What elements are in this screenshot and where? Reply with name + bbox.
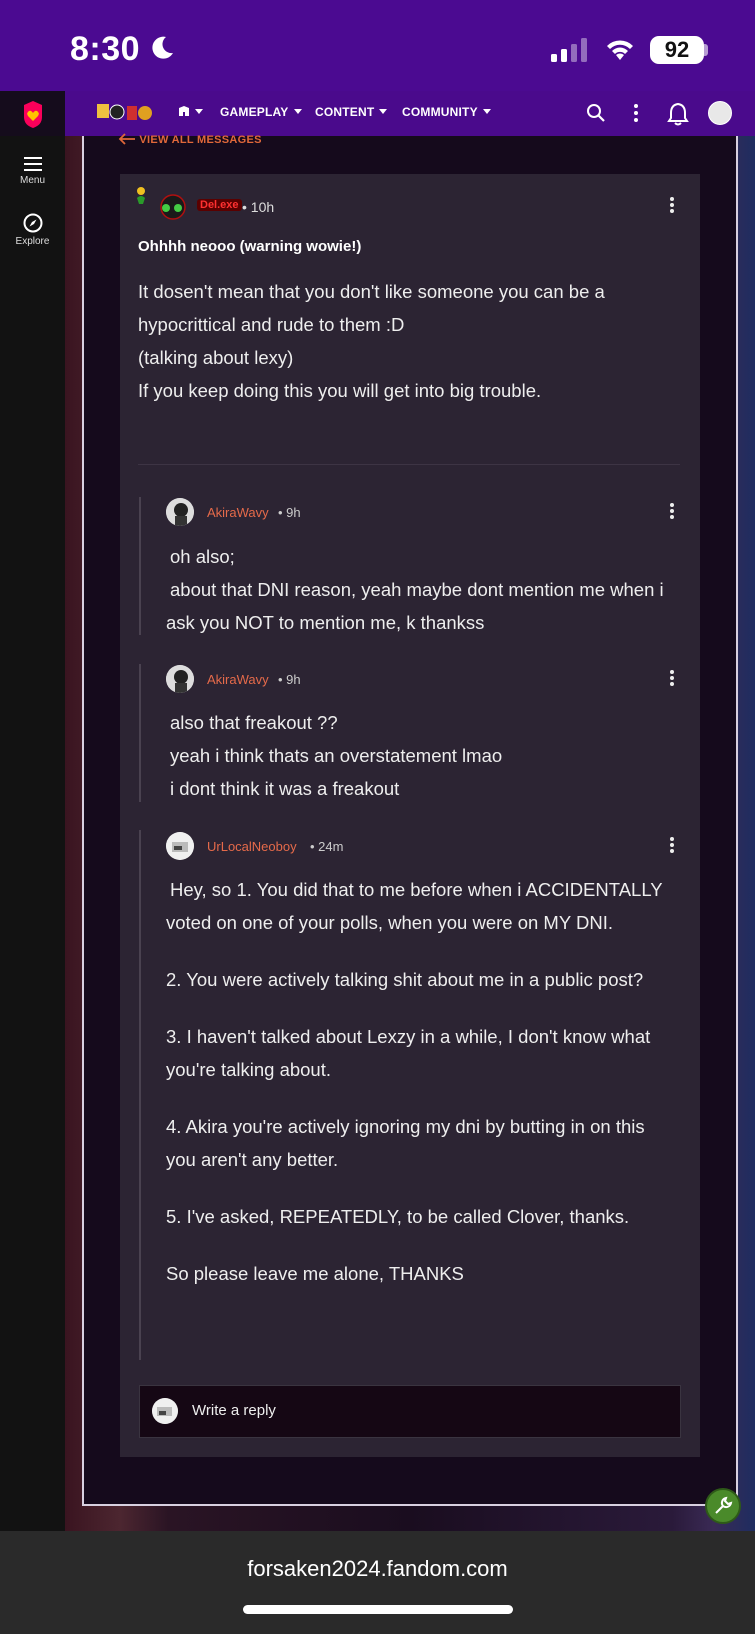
reply-paragraph: 4. Akira you're actively ignoring my dni… <box>166 1116 645 1170</box>
rail-explore-label: Explore <box>15 236 50 247</box>
main-comment-line: (talking about lexy) <box>138 347 294 368</box>
reply-more-icon[interactable] <box>669 668 675 688</box>
nav-gameplay[interactable]: GAMEPLAY <box>220 105 302 119</box>
tools-button[interactable] <box>705 1488 741 1524</box>
user-avatar[interactable] <box>708 101 732 125</box>
browser-bottom-bar <box>0 1531 755 1634</box>
reply-line: yeah i think thats an overstatement lmao <box>170 745 503 766</box>
hamburger-menu-icon <box>23 157 42 171</box>
reply-time: • 9h <box>278 672 301 687</box>
reply-body: Hey, so 1. You did that to me before whe… <box>166 873 676 1290</box>
search-icon[interactable] <box>586 102 606 124</box>
left-rail: Menu Explore <box>0 136 65 1531</box>
reply-avatar-image <box>166 665 194 693</box>
wrench-icon <box>715 1496 733 1514</box>
reply-paragraph: Hey, so 1. You did that to me before whe… <box>166 879 663 933</box>
main-comment-more-icon[interactable] <box>669 195 675 215</box>
reply-line: oh also; <box>170 546 235 567</box>
reply-username[interactable]: AkiraWavy <box>207 672 269 687</box>
notifications-bell-icon[interactable] <box>667 102 689 126</box>
wiki-logo-image <box>97 104 152 120</box>
current-user-avatar-image <box>152 1398 178 1424</box>
reply-body: also that freakout ?? yeah i think thats… <box>166 706 676 805</box>
rail-menu-button[interactable]: Menu <box>0 156 65 186</box>
compass-icon <box>23 213 42 233</box>
main-comment-time: • 10h <box>242 199 275 215</box>
fandom-logo[interactable] <box>0 91 65 136</box>
main-comment-line: If you keep doing this you will get into… <box>138 380 542 401</box>
reply-body: oh also; about that DNI reason, yeah may… <box>166 540 676 639</box>
reply-username[interactable]: AkiraWavy <box>207 505 269 520</box>
main-comment-username[interactable]: Del.exe <box>197 199 242 211</box>
reply-thread-line <box>139 830 141 1360</box>
reply-line: also that freakout ?? <box>170 712 338 733</box>
main-comment-line: It dosen't mean that you don't like some… <box>138 281 605 335</box>
reply-thread-line <box>139 497 141 635</box>
nav-content[interactable]: CONTENT <box>315 105 388 119</box>
main-comment-title: Ohhhh neooo (warning wowie!) <box>138 238 362 255</box>
user-badge-icon <box>137 187 186 220</box>
reply-time: • 9h <box>278 505 301 520</box>
rail-explore-button[interactable]: Explore <box>0 213 65 247</box>
reply-avatar-image <box>166 498 194 526</box>
rail-menu-label: Menu <box>19 175 45 186</box>
url-bar[interactable]: forsaken2024.fandom.com <box>0 1556 755 1582</box>
home-indicator[interactable] <box>243 1605 513 1614</box>
battery-tip <box>704 44 708 56</box>
clock: 8:30 <box>70 30 141 68</box>
wiki-logo[interactable] <box>95 98 155 128</box>
reply-line: about that DNI reason, yeah maybe dont m… <box>166 579 664 633</box>
reply-paragraph: 2. You were actively talking shit about … <box>166 969 644 990</box>
main-comment-body: It dosen't mean that you don't like some… <box>138 275 678 407</box>
view-all-messages-link[interactable]: VIEW ALL MESSAGES <box>118 133 262 146</box>
wiki-home-menu[interactable] <box>178 105 203 119</box>
arrow-left-icon <box>118 133 135 145</box>
reply-paragraph: 5. I've asked, REPEATEDLY, to be called … <box>166 1206 630 1227</box>
moon-icon <box>152 36 173 59</box>
nav-community[interactable]: COMMUNITY <box>402 105 491 119</box>
reply-avatar[interactable] <box>166 498 194 526</box>
reply-paragraph: 3. I haven't talked about Lexzy in a whi… <box>166 1026 651 1080</box>
reply-avatar[interactable] <box>166 665 194 693</box>
reply-username[interactable]: UrLocalNeoboy <box>207 839 297 854</box>
reply-time: • 24m <box>310 839 344 854</box>
reply-more-icon[interactable] <box>669 835 675 855</box>
write-reply-placeholder[interactable]: Write a reply <box>192 1402 276 1419</box>
cellular-signal-icon <box>551 38 587 62</box>
reply-paragraph: So please leave me alone, THANKS <box>166 1263 464 1284</box>
reply-more-icon[interactable] <box>669 501 675 521</box>
reply-thread-line <box>139 664 141 802</box>
reply-avatar-image <box>166 832 194 860</box>
more-options-icon[interactable] <box>633 102 639 124</box>
reply-line: i dont think it was a freakout <box>170 778 400 799</box>
site-nav-bar: GAMEPLAY CONTENT COMMUNITY <box>0 91 755 136</box>
reply-avatar[interactable] <box>166 832 194 860</box>
comment-divider <box>138 464 680 465</box>
current-user-avatar <box>152 1398 178 1424</box>
wifi-icon <box>607 40 633 60</box>
battery-indicator: 92 <box>650 36 704 64</box>
wiki-icon <box>179 106 189 116</box>
fandom-heart-icon <box>23 100 42 128</box>
